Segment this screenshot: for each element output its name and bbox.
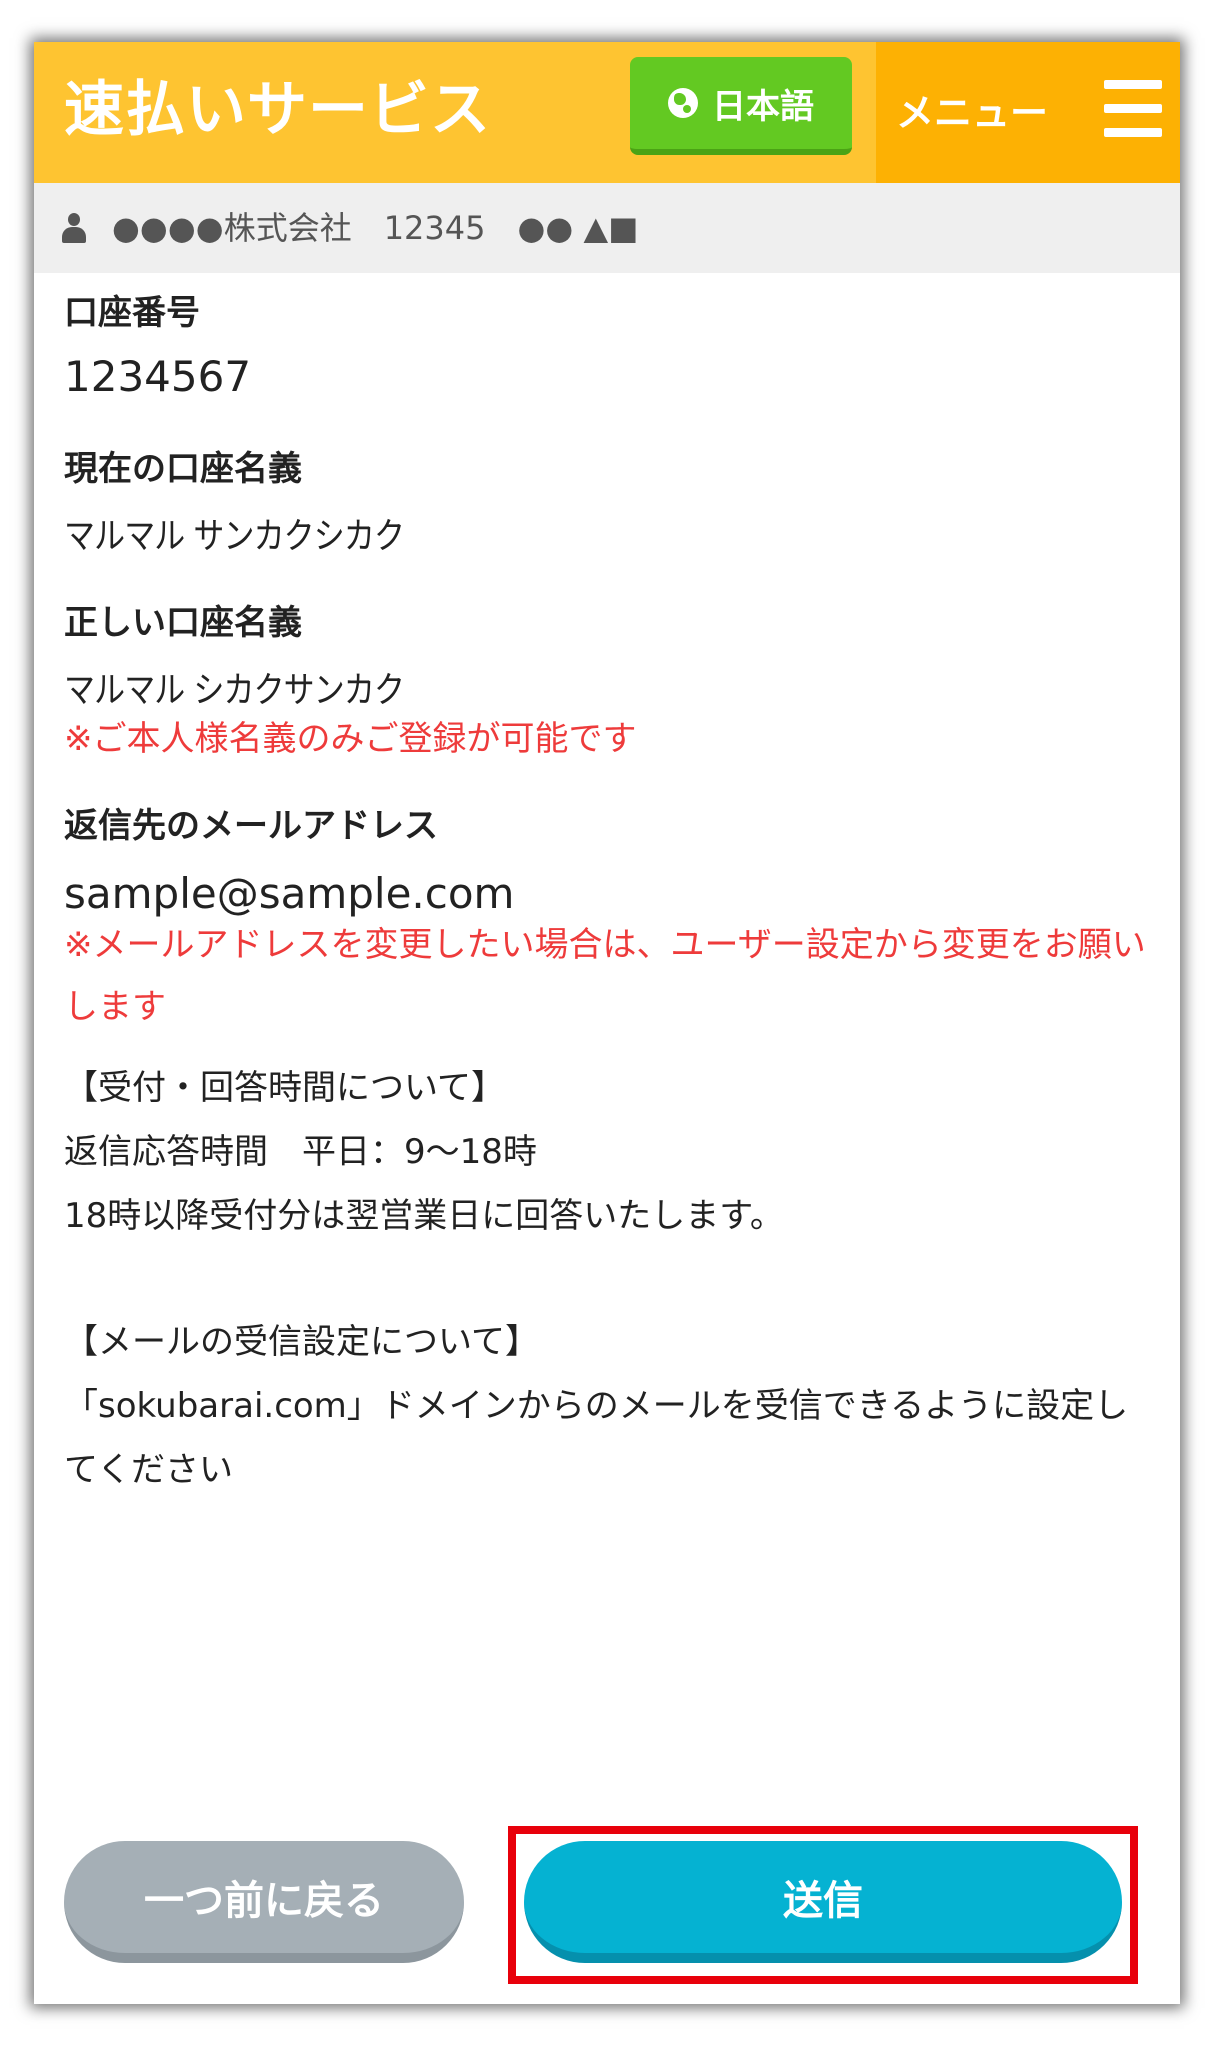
current-name-value: マルマル サンカクシカク — [64, 516, 405, 557]
language-button[interactable]: 日本語 — [630, 57, 852, 155]
user-info-bar: ●●●●株式会社 12345 ●● ▲■ — [34, 183, 1180, 273]
phone-screen: 速払いサービス 日本語 メニュー ●●●●株式会社 12345 ●● ▲■ 口座… — [34, 42, 1180, 2004]
globe-icon — [668, 88, 698, 118]
menu-button[interactable]: メニュー — [876, 42, 1180, 183]
hamburger-icon — [1104, 80, 1162, 138]
app-title: 速払いサービス — [64, 75, 491, 145]
send-button[interactable]: 送信 — [524, 1841, 1122, 1963]
correct-name-note: ※ご本人様名義のみご登録が可能です — [64, 719, 637, 759]
menu-label: メニュー — [896, 91, 1049, 135]
mail-settings-info: 【メールの受信設定について】 「sokubarai.com」ドメインからのメール… — [64, 1322, 1129, 1490]
app-header: 速払いサービス 日本語 メニュー — [34, 42, 1180, 183]
account-number-value: 1234567 — [64, 352, 252, 401]
correct-name-label: 正しい口座名義 — [64, 603, 302, 643]
reply-email-note: ※メールアドレスを変更したい場合は、ユーザー設定から変更をお願いします — [64, 925, 1146, 1027]
language-button-label: 日本語 — [712, 86, 814, 127]
reply-email-value: sample@sample.com — [64, 869, 515, 918]
account-number-label: 口座番号 — [64, 293, 200, 333]
user-info-text: ●●●●株式会社 12345 ●● ▲■ — [112, 209, 639, 247]
user-icon — [62, 213, 86, 243]
current-name-label: 現在の口座名義 — [64, 449, 302, 489]
hours-info: 【受付・回答時間について】 返信応答時間 平日：9〜18時 18時以降受付分は翌… — [64, 1068, 784, 1236]
reply-email-label: 返信先のメールアドレス — [64, 806, 438, 846]
back-button[interactable]: 一つ前に戻る — [64, 1841, 464, 1963]
